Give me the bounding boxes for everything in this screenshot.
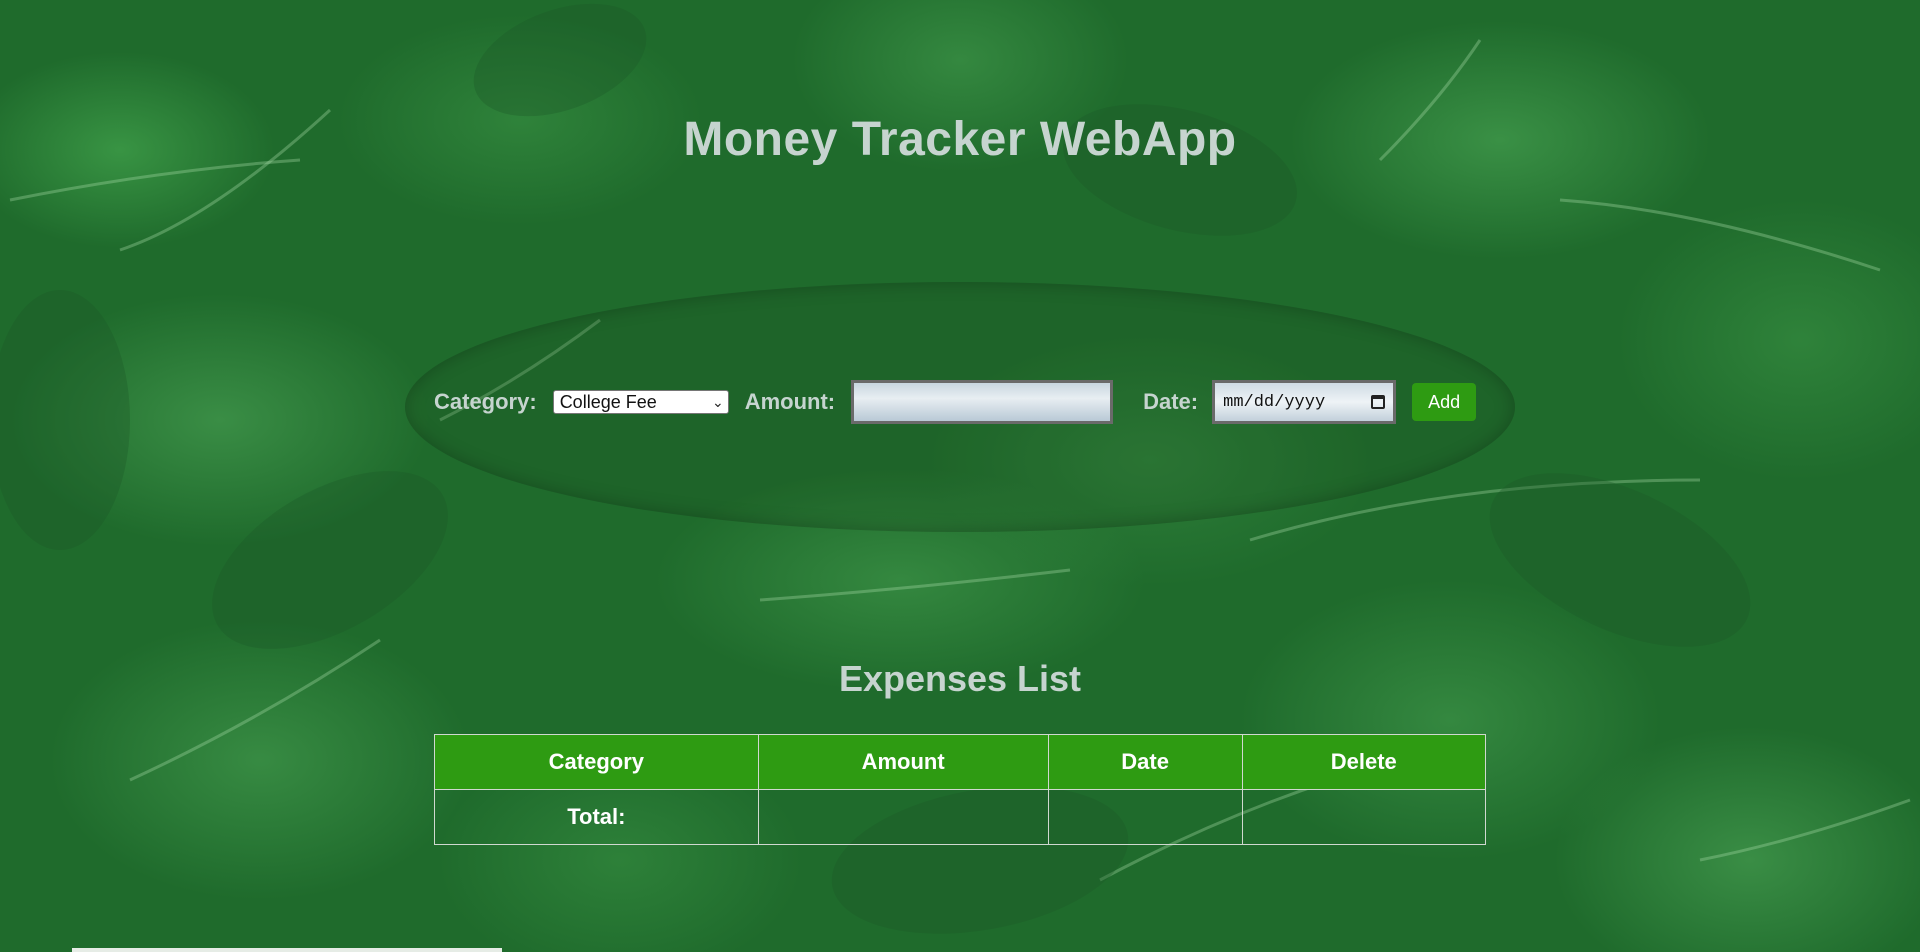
category-select[interactable]: College Fee ⌄ <box>552 390 729 414</box>
date-input[interactable]: mm/dd/yyyy <box>1212 380 1397 424</box>
calendar-icon[interactable] <box>1371 395 1386 409</box>
page-title: Money Tracker WebApp <box>683 113 1237 166</box>
total-row: Total: <box>434 789 1487 845</box>
date-label: Date: <box>1143 389 1199 414</box>
date-placeholder: mm/dd/yyyy <box>1223 392 1326 412</box>
amount-label: Amount: <box>744 389 836 414</box>
expenses-table: Category Amount Date Delete Total: <box>434 734 1487 845</box>
column-header-category: Category <box>434 734 759 790</box>
total-label: Total: <box>434 789 759 845</box>
column-header-date: Date <box>1047 734 1243 790</box>
total-delete-cell <box>1241 789 1487 845</box>
chevron-down-icon: ⌄ <box>711 393 724 410</box>
horizontal-scrollbar[interactable] <box>72 948 502 952</box>
category-label: Category: <box>434 389 537 414</box>
column-header-delete: Delete <box>1241 734 1487 790</box>
expenses-list-title: Expenses List <box>838 658 1082 699</box>
add-button[interactable]: Add <box>1412 383 1477 421</box>
expense-form: Category: College Fee ⌄ Amount: Date: mm… <box>434 380 1477 424</box>
amount-input[interactable] <box>851 380 1114 424</box>
total-date-cell <box>1047 789 1243 845</box>
category-select-value: College Fee <box>559 391 657 412</box>
table-header-row: Category Amount Date Delete <box>434 734 1487 790</box>
total-amount <box>757 789 1049 845</box>
column-header-amount: Amount <box>757 734 1049 790</box>
